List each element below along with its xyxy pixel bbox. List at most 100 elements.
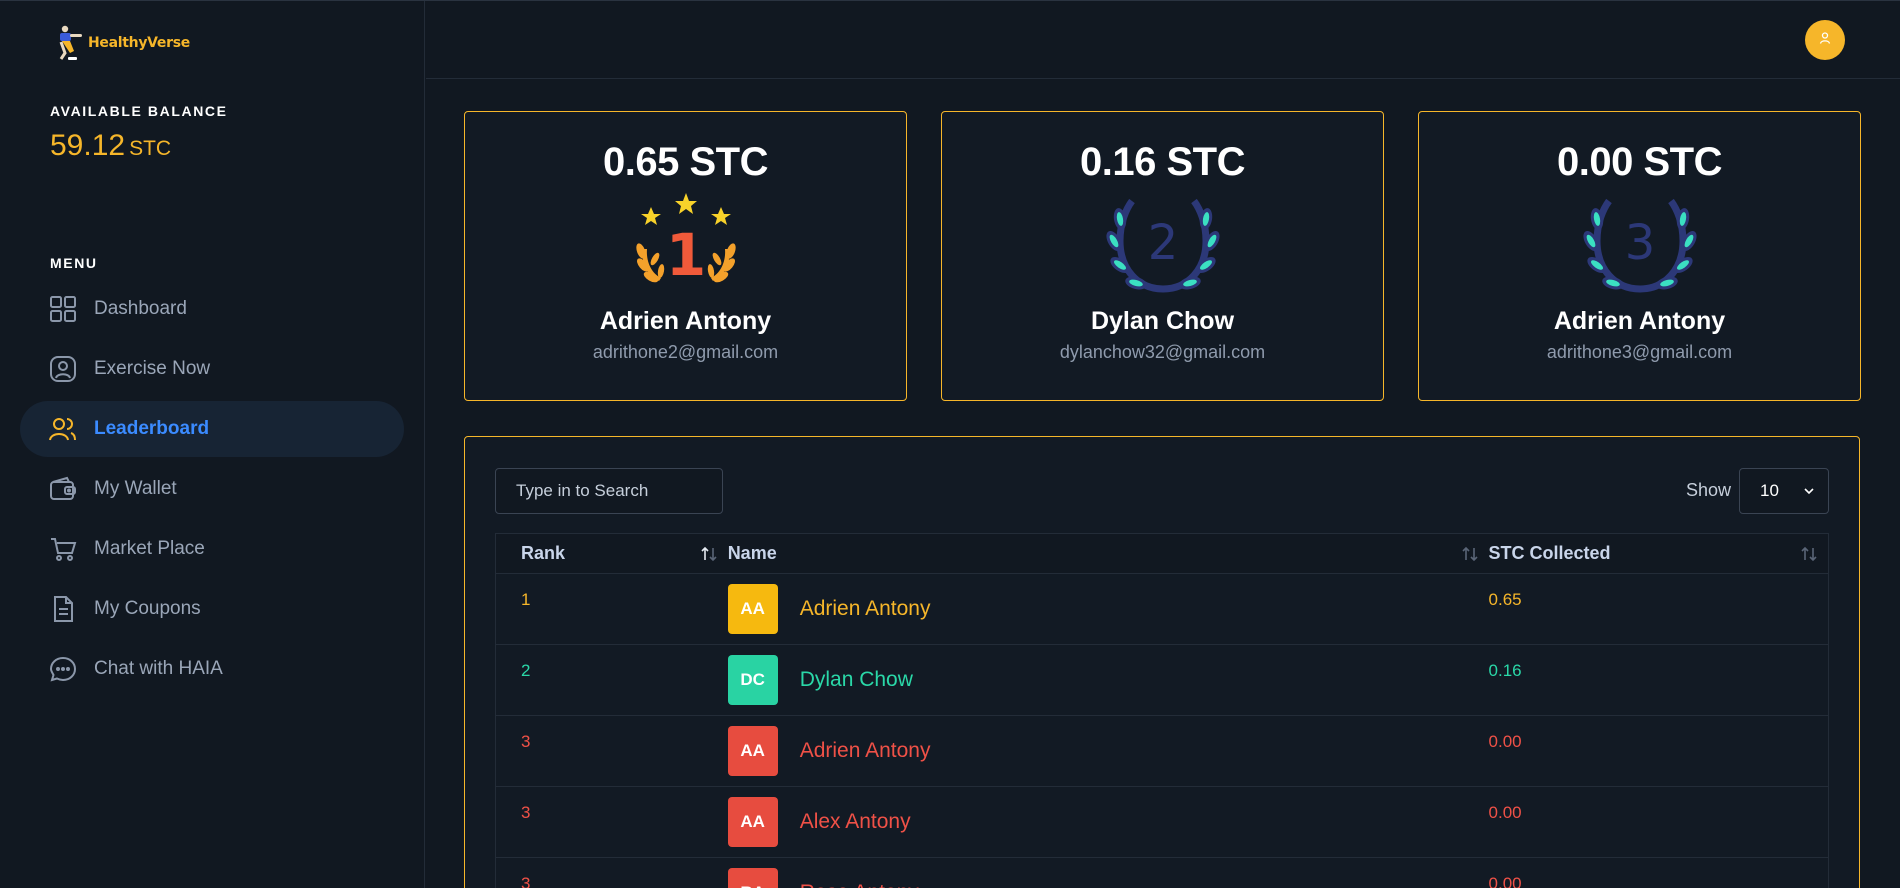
user-name[interactable]: Alex Antony [800,810,911,834]
sort-icon [1800,545,1818,568]
dashboard-icon [48,294,78,324]
user-name[interactable]: Dylan Chow [800,668,913,692]
sidebar-item-market-place[interactable]: Market Place [20,521,404,577]
rank-cell: 2 [521,661,531,680]
podium-name: Dylan Chow [1090,307,1235,335]
sidebar-item-my-coupons[interactable]: My Coupons [20,581,404,637]
chat-icon [48,654,78,684]
app-logo[interactable]: HealthyVerse [56,23,190,63]
sidebar-item-label: My Wallet [94,478,177,499]
users-icon [48,414,78,444]
user-name[interactable]: Adrien Antony [800,597,931,621]
rank-cell: 3 [521,732,531,751]
balance-unit: STC [129,137,172,160]
initials-avatar: AA [727,726,778,776]
table-row[interactable]: 1 AA Adrien Antony 0.65 [496,574,1828,645]
podium-card-first: 0.65 STC 1 Adrien Antony adrithone2@gmai… [464,111,907,401]
chevron-down-icon [1802,483,1816,503]
sidebar-item-label: Chat with HAIA [94,658,223,679]
sidebar-item-label: Market Place [94,538,205,559]
cart-icon [48,534,78,564]
page-size-select[interactable]: 10 [1739,468,1829,514]
sidebar-item-exercise-now[interactable]: Exercise Now [20,341,404,397]
logo-figure-icon [56,23,86,63]
podium-email: adrithone2@gmail.com [592,342,779,362]
bronze-laurel-badge-icon: 3 [1575,189,1705,297]
podium-amount: 0.16 STC [1080,140,1245,184]
document-icon [48,594,78,624]
balance-amount: 59.12 [50,129,126,162]
top-bar [426,1,1900,79]
column-header-label: Rank [521,543,566,563]
stc-cell: 0.16 [1488,661,1522,680]
podium-card-third: 0.00 STC 3 Adrien Antony adrithone3@gmai… [1418,111,1861,401]
table-row[interactable]: 3 AA Alex Antony 0.00 [496,787,1828,858]
name-cell: DC Dylan Chow [727,645,1489,715]
sidebar-item-label: Exercise Now [94,358,211,379]
table-body: 1 AA Adrien Antony 0.65 2 DC Dylan Chow 0.16 3 AA… [496,574,1828,888]
column-header-label: Name [727,543,777,563]
stc-cell: 0.00 [1488,803,1522,822]
podium-email: adrithone3@gmail.com [1546,342,1733,362]
sidebar-item-my-wallet[interactable]: My Wallet [20,461,404,517]
silver-laurel-badge-icon: 2 [1098,189,1228,297]
name-cell: AA Adrien Antony [727,716,1489,786]
podium-amount: 0.65 STC [603,140,768,184]
sidebar: HealthyVerse AVAILABLE BALANCE 59.12 STC … [0,1,425,888]
rank-cell: 1 [521,590,531,609]
sidebar-item-label: Leaderboard [94,418,210,439]
initials-avatar: DC [727,655,778,705]
podium-amount: 0.00 STC [1557,140,1722,184]
sidebar-item-label: My Coupons [94,598,201,619]
svg-text:3: 3 [1624,215,1655,271]
sidebar-item-label: Dashboard [94,298,187,319]
user-square-icon [48,354,78,384]
stc-cell: 0.65 [1488,590,1522,609]
rank-cell: 3 [521,803,531,822]
initials-avatar: RA [727,868,778,888]
stc-cell: 0.00 [1488,874,1522,888]
table-header: Rank Name STC Collected [496,534,1828,574]
name-cell: AA Adrien Antony [727,574,1489,644]
menu-label: MENU [50,255,98,271]
user-name[interactable]: Adrien Antony [800,739,931,763]
show-label: Show [1685,480,1731,500]
logo-text: HealthyVerse [88,35,190,51]
initials-avatar: AA [727,584,778,634]
name-cell: AA Alex Antony [727,787,1489,857]
sidebar-item-dashboard[interactable]: Dashboard [20,281,404,337]
sidebar-nav: Dashboard Exercise Now Leaderboard My Wa… [20,281,404,701]
balance-label: AVAILABLE BALANCE [50,103,228,119]
initials-avatar: AA [727,797,778,847]
podium-card-second: 0.16 STC 2 Dylan Chow dylanchow32@gmail.… [941,111,1384,401]
leaderboard-table: Rank Name STC Collected 1 AA Adrien Anto… [495,533,1829,888]
column-header-name[interactable]: Name [728,534,1489,574]
sidebar-item-leaderboard[interactable]: Leaderboard [20,401,404,457]
podium-name: Adrien Antony [599,307,772,335]
column-header-label: STC Collected [1488,543,1611,563]
user-name[interactable]: Rose Antony [800,881,919,888]
name-cell: RA Rose Antony [727,858,1489,888]
podium-email: dylanchow32@gmail.com [1059,342,1266,362]
profile-avatar-button[interactable] [1805,20,1845,60]
page-size-value: 10 [1760,481,1779,500]
table-row[interactable]: 3 AA Adrien Antony 0.00 [496,716,1828,787]
leaderboard-panel: Show 10 Rank Name [464,436,1860,888]
balance-value: 59.12 STC [50,129,171,163]
svg-text:1: 1 [665,221,705,289]
svg-text:2: 2 [1147,215,1178,271]
podium-name: Adrien Antony [1553,307,1726,335]
sort-icon [1461,545,1479,568]
user-icon [1818,31,1832,50]
wallet-icon [48,474,78,504]
gold-laurel-badge-icon: 1 [621,189,751,297]
search-input[interactable] [495,468,723,514]
rank-cell: 3 [521,874,531,888]
table-row[interactable]: 3 RA Rose Antony 0.00 [496,858,1828,888]
app-root: HealthyVerse AVAILABLE BALANCE 59.12 STC … [0,0,1900,888]
sort-icon [700,545,718,568]
table-row[interactable]: 2 DC Dylan Chow 0.16 [496,645,1828,716]
column-header-rank[interactable]: Rank [496,534,728,574]
sidebar-item-chat-with-haia[interactable]: Chat with HAIA [20,641,404,697]
column-header-stc-collected[interactable]: STC Collected [1489,534,1828,574]
